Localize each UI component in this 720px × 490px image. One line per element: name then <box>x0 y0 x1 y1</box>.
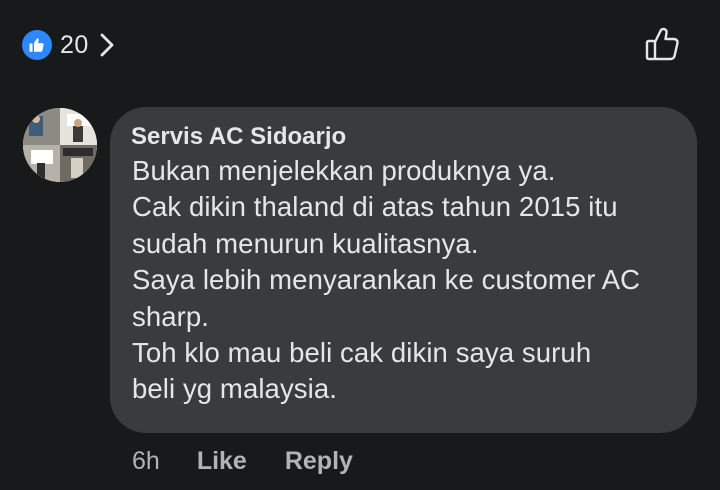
like-button[interactable] <box>640 24 684 68</box>
thumbs-up-outline-icon <box>642 24 682 69</box>
reaction-count: 20 <box>60 30 89 59</box>
comment-timestamp[interactable]: 6h <box>132 447 160 476</box>
comment-author-name[interactable]: Servis AC Sidoarjo <box>131 121 677 153</box>
chevron-right-icon <box>97 31 117 59</box>
comment-text: Bukan menjelekkan produknya ya. Cak diki… <box>132 155 641 405</box>
comment-bubble: Servis AC Sidoarjo Bukan menjelekkan pro… <box>110 107 697 433</box>
comment-header-bar: 20 <box>0 0 720 92</box>
avatar[interactable] <box>23 108 97 182</box>
comment-reply-button[interactable]: Reply <box>285 447 353 476</box>
comment-like-button[interactable]: Like <box>197 447 247 476</box>
comment-actions: 6h Like Reply <box>132 444 353 478</box>
reaction-summary[interactable]: 20 <box>22 28 117 62</box>
thumbs-up-icon <box>22 30 52 60</box>
